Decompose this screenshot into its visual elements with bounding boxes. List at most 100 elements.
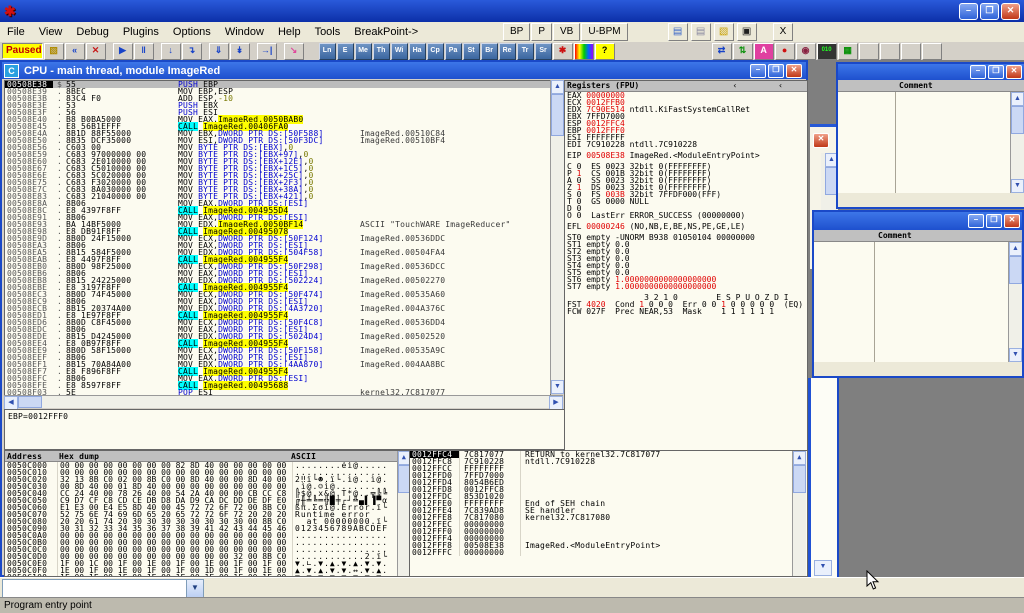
- menu-item-debug[interactable]: Debug: [69, 24, 115, 40]
- record-plugin-icon[interactable]: ●: [775, 43, 795, 60]
- swap-plugin-icon[interactable]: ⇄: [712, 43, 732, 60]
- menubar-button-ubpm[interactable]: U-BPM: [581, 23, 627, 41]
- info-pane[interactable]: EBP=0012FFF0: [4, 409, 565, 450]
- menu-item-help[interactable]: Help: [271, 24, 308, 40]
- view-button-th[interactable]: Th: [373, 43, 390, 60]
- column-header[interactable]: Comment: [814, 230, 1022, 242]
- menubar-close-button[interactable]: X: [773, 23, 794, 41]
- view-button-ha[interactable]: Ha: [409, 43, 426, 60]
- cpu-restore-icon[interactable]: ❐: [768, 64, 784, 78]
- cpu-minimize-icon[interactable]: –: [750, 64, 766, 78]
- hex-dump-pane[interactable]: Address Hex dump ASCII 0050C00000 00 00 …: [4, 450, 410, 577]
- view-button-cp[interactable]: Cp: [427, 43, 444, 60]
- scroll-down-icon[interactable]: ▼: [551, 380, 564, 394]
- disasm-row[interactable]: 00508E38$55PUSH EBP: [5, 81, 550, 88]
- menubar-button-p[interactable]: P: [531, 23, 552, 41]
- minimize-icon[interactable]: –: [970, 65, 986, 79]
- view-button-st[interactable]: St: [463, 43, 480, 60]
- scrollbar[interactable]: ▲ ▼: [1008, 242, 1022, 362]
- minimize-button[interactable]: –: [959, 3, 978, 20]
- document-icon[interactable]: ▤: [691, 23, 711, 41]
- stack-vscrollbar[interactable]: ▲: [792, 451, 806, 576]
- disasm-row[interactable]: 00508E3B.83C4 F0ADD ESP,-10: [5, 95, 550, 102]
- dump-column-headers[interactable]: Address Hex dump ASCII: [5, 451, 409, 462]
- animate-into-button[interactable]: ⇓: [209, 43, 229, 60]
- restart-button[interactable]: «: [65, 43, 85, 60]
- menu-item-file[interactable]: File: [0, 24, 32, 40]
- menu-item-window[interactable]: Window: [218, 24, 271, 40]
- menu-item-view[interactable]: View: [32, 24, 70, 40]
- blank-button[interactable]: [901, 43, 921, 60]
- combobox-dropdown-icon[interactable]: ▼: [186, 580, 203, 597]
- scrollbar[interactable]: ▲ ▼: [1010, 92, 1024, 193]
- maximize-icon[interactable]: ❐: [988, 65, 1004, 79]
- command-input[interactable]: [3, 580, 186, 597]
- minimize-icon[interactable]: –: [968, 214, 984, 228]
- disassembly-vscrollbar[interactable]: ▲ ▼: [550, 80, 564, 394]
- blank-button[interactable]: [859, 43, 879, 60]
- close-button[interactable]: ✕: [1001, 3, 1020, 20]
- menu-item-options[interactable]: Options: [166, 24, 218, 40]
- options-gear-icon[interactable]: ✱: [553, 43, 573, 60]
- step-over-button[interactable]: ↴: [182, 43, 202, 60]
- scroll-up-icon[interactable]: ▲: [1009, 242, 1022, 256]
- disassembly-pane[interactable]: 00508E38$55PUSH EBP00508E39.8BECMOV EBP,…: [4, 80, 551, 396]
- stack-pane[interactable]: 0012FFC47C817077RETURN to kernel32.7C817…: [409, 450, 808, 577]
- menu-item-tools[interactable]: Tools: [308, 24, 348, 40]
- registers-pane[interactable]: Registers (FPU) ‹ ‹ EAX 00000000ECX 0012…: [564, 80, 808, 451]
- folder-icon[interactable]: ▧: [714, 23, 734, 41]
- cpu-close-icon[interactable]: ✕: [786, 64, 802, 78]
- pause-button[interactable]: ‖: [134, 43, 154, 60]
- grid-plugin-icon[interactable]: ▦: [838, 43, 858, 60]
- scroll-right-icon[interactable]: ▶: [549, 396, 563, 410]
- close-icon[interactable]: ✕: [1004, 214, 1020, 228]
- scroll-up-icon[interactable]: ▲: [551, 80, 564, 94]
- view-button-sr[interactable]: Sr: [535, 43, 552, 60]
- blank-button[interactable]: [880, 43, 900, 60]
- menubar-button-bp[interactable]: BP: [503, 23, 530, 41]
- analyze-plugin-icon[interactable]: A: [754, 43, 774, 60]
- goto-button[interactable]: ↘: [284, 43, 304, 60]
- close-icon[interactable]: ✕: [1006, 65, 1022, 79]
- updown-plugin-icon[interactable]: ⇅: [733, 43, 753, 60]
- view-button-tr[interactable]: Tr: [517, 43, 534, 60]
- view-button-br[interactable]: Br: [481, 43, 498, 60]
- command-combobox[interactable]: ▼: [2, 579, 204, 598]
- menu-item-plugins[interactable]: Plugins: [116, 24, 166, 40]
- scroll-left-icon[interactable]: ◀: [4, 396, 18, 410]
- spiral-plugin-icon[interactable]: ◉: [796, 43, 816, 60]
- comment-window-bottom-body[interactable]: ▲ ▼: [814, 242, 1022, 362]
- help-icon[interactable]: ?: [595, 43, 615, 60]
- menu-item-breakpoint[interactable]: BreakPoint->: [347, 24, 425, 40]
- view-button-me[interactable]: Me: [355, 43, 372, 60]
- scroll-up-icon[interactable]: ▲: [793, 451, 806, 465]
- view-button-pa[interactable]: Pa: [445, 43, 462, 60]
- view-button-re[interactable]: Re: [499, 43, 516, 60]
- menubar-button-vb[interactable]: VB: [553, 23, 580, 41]
- scroll-down-icon[interactable]: ▼: [1009, 348, 1022, 362]
- blank-button[interactable]: [922, 43, 942, 60]
- view-button-ln[interactable]: Ln: [319, 43, 336, 60]
- disassembly-hscrollbar[interactable]: ◀ ▶: [4, 395, 563, 408]
- comment-window-top-body[interactable]: ▲ ▼: [838, 92, 1024, 193]
- scroll-up-icon[interactable]: ▲: [1011, 92, 1024, 106]
- restore-button[interactable]: ❐: [980, 3, 999, 20]
- scroll-down-icon[interactable]: ▼: [814, 560, 832, 576]
- stack-row[interactable]: 0012FFFC00000000: [410, 549, 807, 556]
- binary-plugin-icon[interactable]: 010: [817, 43, 837, 60]
- scroll-down-icon[interactable]: ▼: [1011, 179, 1024, 193]
- disasm-row[interactable]: 00508E3E.53PUSH EBX: [5, 102, 550, 109]
- appearance-palette-icon[interactable]: [574, 43, 594, 60]
- open-file-button[interactable]: ▧: [44, 43, 64, 60]
- run-button[interactable]: ▶: [113, 43, 133, 60]
- hidden-window-close-icon[interactable]: ✕: [813, 133, 829, 148]
- cpu-titlebar[interactable]: C CPU - main thread, module ImageRed – ❐…: [2, 62, 806, 79]
- notepad-icon[interactable]: ▤: [668, 23, 688, 41]
- registers-header-arrows[interactable]: ‹ ‹: [733, 81, 801, 90]
- close-program-button[interactable]: ✕: [86, 43, 106, 60]
- step-into-button[interactable]: ↓: [161, 43, 181, 60]
- view-button-wi[interactable]: Wi: [391, 43, 408, 60]
- maximize-icon[interactable]: ❐: [986, 214, 1002, 228]
- animate-over-button[interactable]: ↡: [230, 43, 250, 60]
- console-icon[interactable]: ▣: [737, 23, 757, 41]
